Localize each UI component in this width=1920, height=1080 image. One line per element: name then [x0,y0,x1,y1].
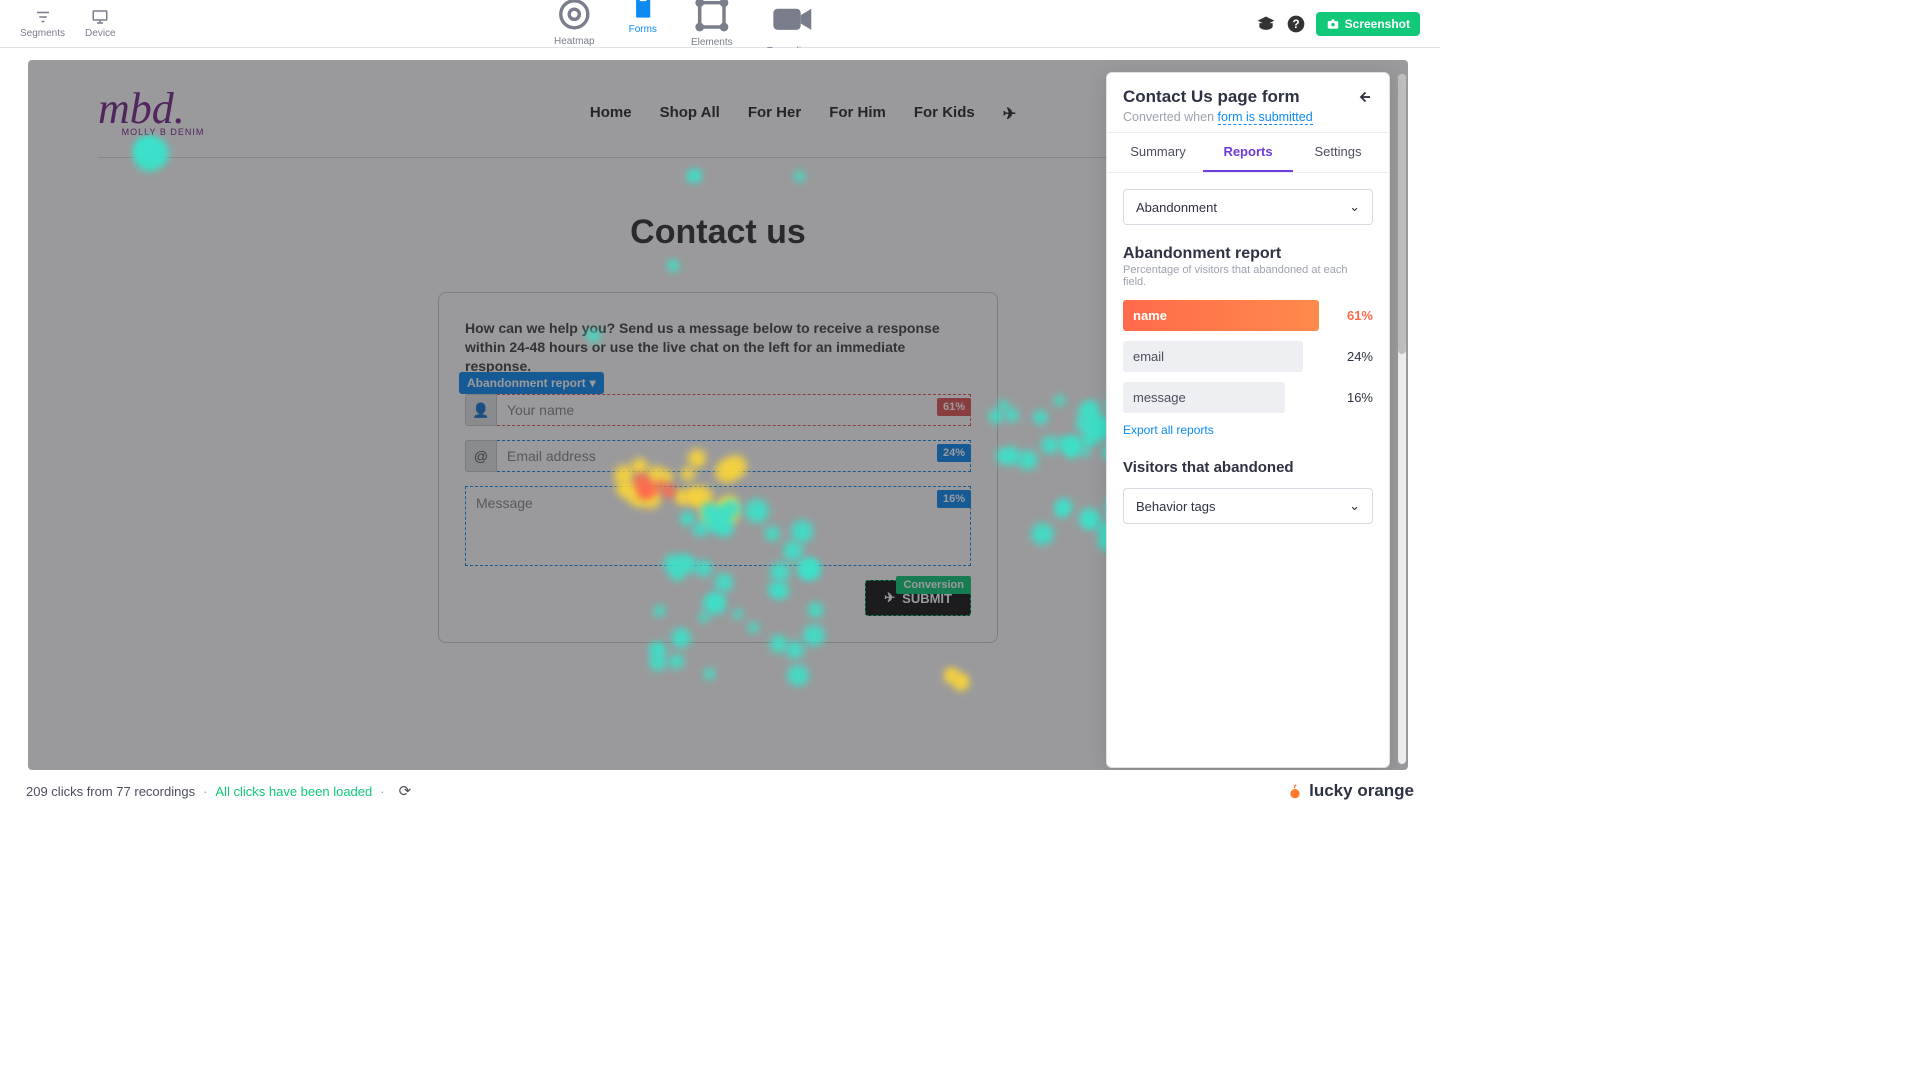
row-email-label: email [1123,341,1303,372]
scrollbar[interactable] [1398,74,1406,764]
panel-subtitle: Converted when form is submitted [1123,110,1373,124]
segments-label: Segments [20,28,65,39]
separator: · [380,784,384,799]
form-submitted-link[interactable]: form is submitted [1218,110,1313,125]
tab-heatmap-label: Heatmap [554,36,595,47]
camera-icon [1326,17,1340,31]
behavior-tags-select[interactable]: Behavior tags ⌄ [1123,488,1373,524]
scrollbar-thumb[interactable] [1398,74,1406,354]
orange-icon [1287,781,1303,801]
panel-tab-reports[interactable]: Reports [1203,133,1293,172]
filter-icon [34,8,52,26]
panel-tab-settings[interactable]: Settings [1293,133,1383,172]
loaded-status: All clicks have been loaded [215,784,372,799]
footer: 209 clicks from 77 recordings · All clic… [0,773,1440,809]
device-button[interactable]: Device [85,8,116,39]
report-panel: Contact Us page form Converted when form… [1106,72,1390,768]
report-section-title: Abandonment report [1123,245,1373,263]
report-type-value: Abandonment [1136,200,1217,215]
row-message[interactable]: message 16% [1123,382,1373,413]
brand-logo: lucky orange [1287,781,1414,801]
row-email-pct: 24% [1325,349,1373,364]
top-toolbar: Segments Device Heatmap Forms Elements R… [0,0,1440,48]
refresh-icon[interactable]: ⟳ [399,782,412,800]
panel-sub-prefix: Converted when [1123,110,1218,124]
scrollbar-track [1398,74,1406,764]
report-type-select[interactable]: Abandonment ⌄ [1123,189,1373,225]
behavior-tags-value: Behavior tags [1136,499,1216,514]
screenshot-button[interactable]: Screenshot [1316,12,1420,36]
chevron-down-icon: ⌄ [1349,498,1360,514]
row-message-label: message [1123,382,1285,413]
academy-icon[interactable] [1256,14,1276,34]
panel-title: Contact Us page form [1123,87,1300,107]
device-label: Device [85,28,116,39]
main-area: mbd. MOLLY B DENIM Home Shop All For Her… [0,48,1440,773]
clicks-count: 209 clicks from 77 recordings [26,784,195,799]
tab-forms-label: Forms [629,24,657,35]
export-link[interactable]: Export all reports [1123,423,1373,437]
separator: · [203,784,207,799]
visitors-title: Visitors that abandoned [1123,459,1373,476]
clipboard-icon [629,0,657,22]
panel-tab-summary[interactable]: Summary [1113,133,1203,172]
help-icon[interactable]: ? [1286,14,1306,34]
report-section-sub: Percentage of visitors that abandoned at… [1123,264,1373,288]
back-arrow-icon[interactable] [1355,88,1373,106]
screenshot-label: Screenshot [1345,17,1410,31]
row-message-pct: 16% [1325,390,1373,405]
row-name[interactable]: name 61% [1123,300,1373,331]
target-icon [554,0,595,34]
page-viewport: mbd. MOLLY B DENIM Home Shop All For Her… [28,60,1408,770]
row-email[interactable]: email 24% [1123,341,1373,372]
panel-tabs: Summary Reports Settings [1107,133,1389,173]
video-icon [767,0,818,44]
chevron-down-icon: ⌄ [1349,199,1360,215]
brand-text: lucky orange [1309,781,1414,801]
row-name-pct: 61% [1327,308,1373,323]
bounding-box-icon [691,0,733,35]
svg-text:?: ? [1292,18,1299,31]
tab-elements-label: Elements [691,37,733,48]
row-name-label: name [1123,300,1319,331]
monitor-icon [91,8,109,26]
segments-button[interactable]: Segments [20,8,65,39]
